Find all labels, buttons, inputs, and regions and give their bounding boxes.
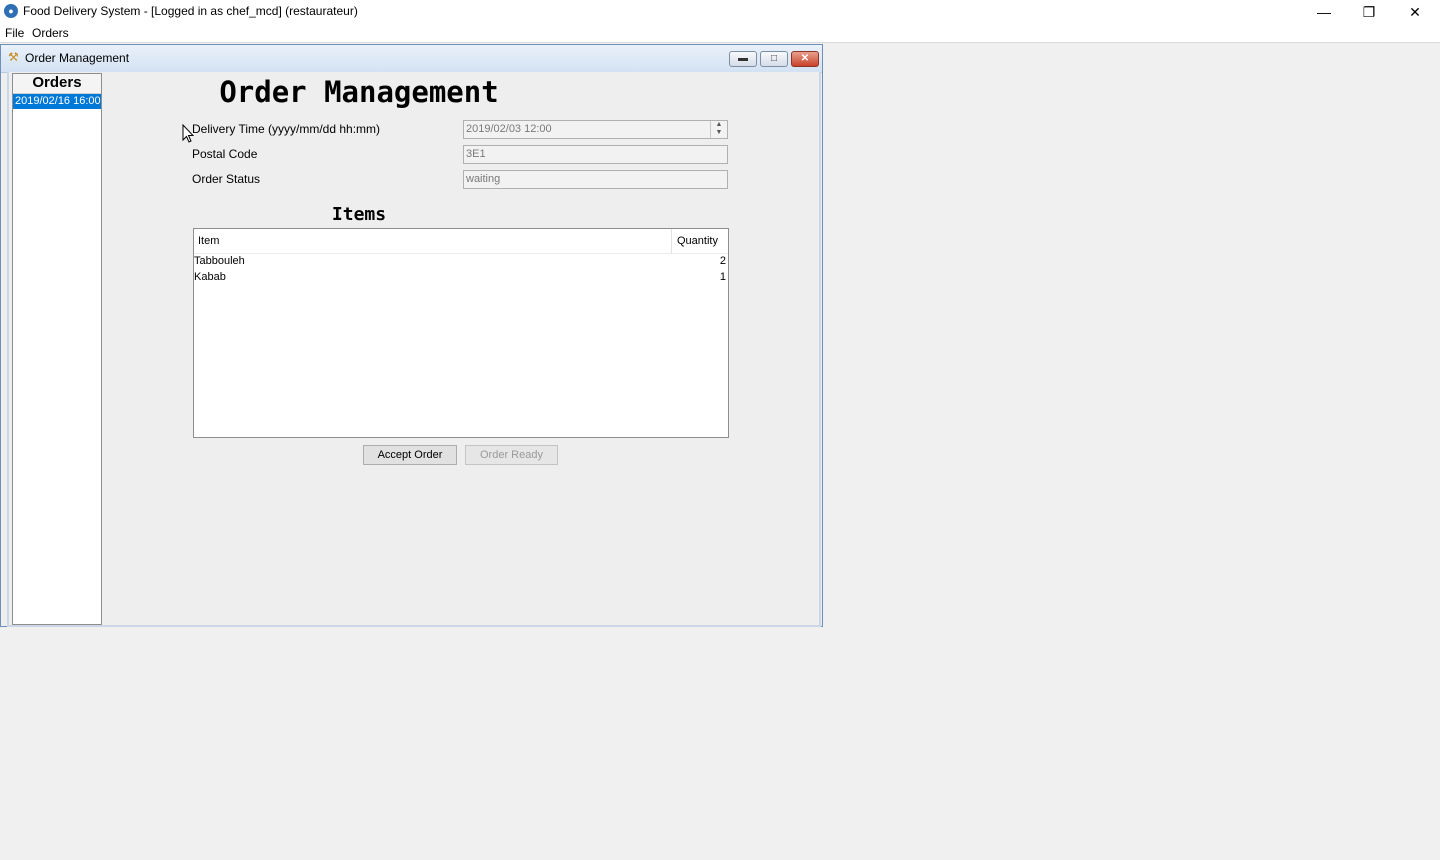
window-content: Orders 2019/02/16 16:00 Order Management… [7,72,821,627]
table-cell-item[interactable]: Tabbouleh [194,253,594,269]
items-heading: Items [331,204,387,225]
mouse-cursor-icon [182,124,194,143]
table-cell-quantity[interactable]: 1 [720,269,726,285]
table-cell-item[interactable]: Kabab [194,269,594,285]
delivery-time-label: Delivery Time (yyyy/mm/dd hh:mm) [192,122,381,136]
table-cell-quantity[interactable]: 2 [720,253,726,269]
close-icon[interactable]: ✕ [1392,0,1438,24]
postal-code-field[interactable]: 3E1 [463,145,728,164]
window-close-icon[interactable]: ✕ [791,51,819,67]
window-titlebar[interactable]: ⚒ Order Management ▬ □ ✕ [1,45,822,73]
orders-list-item[interactable]: 2019/02/16 16:00 [13,94,101,109]
items-table[interactable]: Item Quantity Tabbouleh 2 Kabab 1 [193,228,729,438]
tools-icon: ⚒ [8,50,19,64]
spinner-arrows-icon[interactable]: ▲ ▼ [710,121,727,138]
window-minimize-icon[interactable]: ▬ [729,51,757,67]
menu-file[interactable]: File [5,26,24,40]
window-maximize-icon[interactable]: □ [760,51,788,67]
order-status-field[interactable]: waiting [463,170,728,189]
restore-icon[interactable]: ❐ [1346,0,1392,24]
orders-list[interactable]: Orders 2019/02/16 16:00 [12,73,102,625]
app-title: Food Delivery System - [Logged in as che… [23,4,358,18]
page-title: Order Management [219,75,499,109]
order-status-label: Order Status [192,172,261,186]
column-header-quantity[interactable]: Quantity [677,229,727,254]
column-header-item[interactable]: Item [198,229,668,254]
menu-orders[interactable]: Orders [32,26,69,40]
postal-code-label: Postal Code [192,147,258,161]
order-management-window: ⚒ Order Management ▬ □ ✕ Orders 2019/02/… [0,44,823,627]
menubar: File Orders [0,24,1440,43]
orders-list-header: Orders [13,74,101,94]
delivery-time-spinner[interactable]: 2019/02/03 12:00 ▲ ▼ [463,120,728,139]
app-titlebar: ● Food Delivery System - [Logged in as c… [0,0,1440,24]
accept-order-button[interactable]: Accept Order [363,445,457,465]
minimize-icon[interactable]: — [1301,0,1347,24]
delivery-time-value: 2019/02/03 12:00 [466,123,552,135]
column-divider[interactable] [671,229,672,253]
app-logo-icon: ● [4,4,18,18]
order-ready-button[interactable]: Order Ready [465,445,558,465]
window-title: Order Management [25,51,130,65]
